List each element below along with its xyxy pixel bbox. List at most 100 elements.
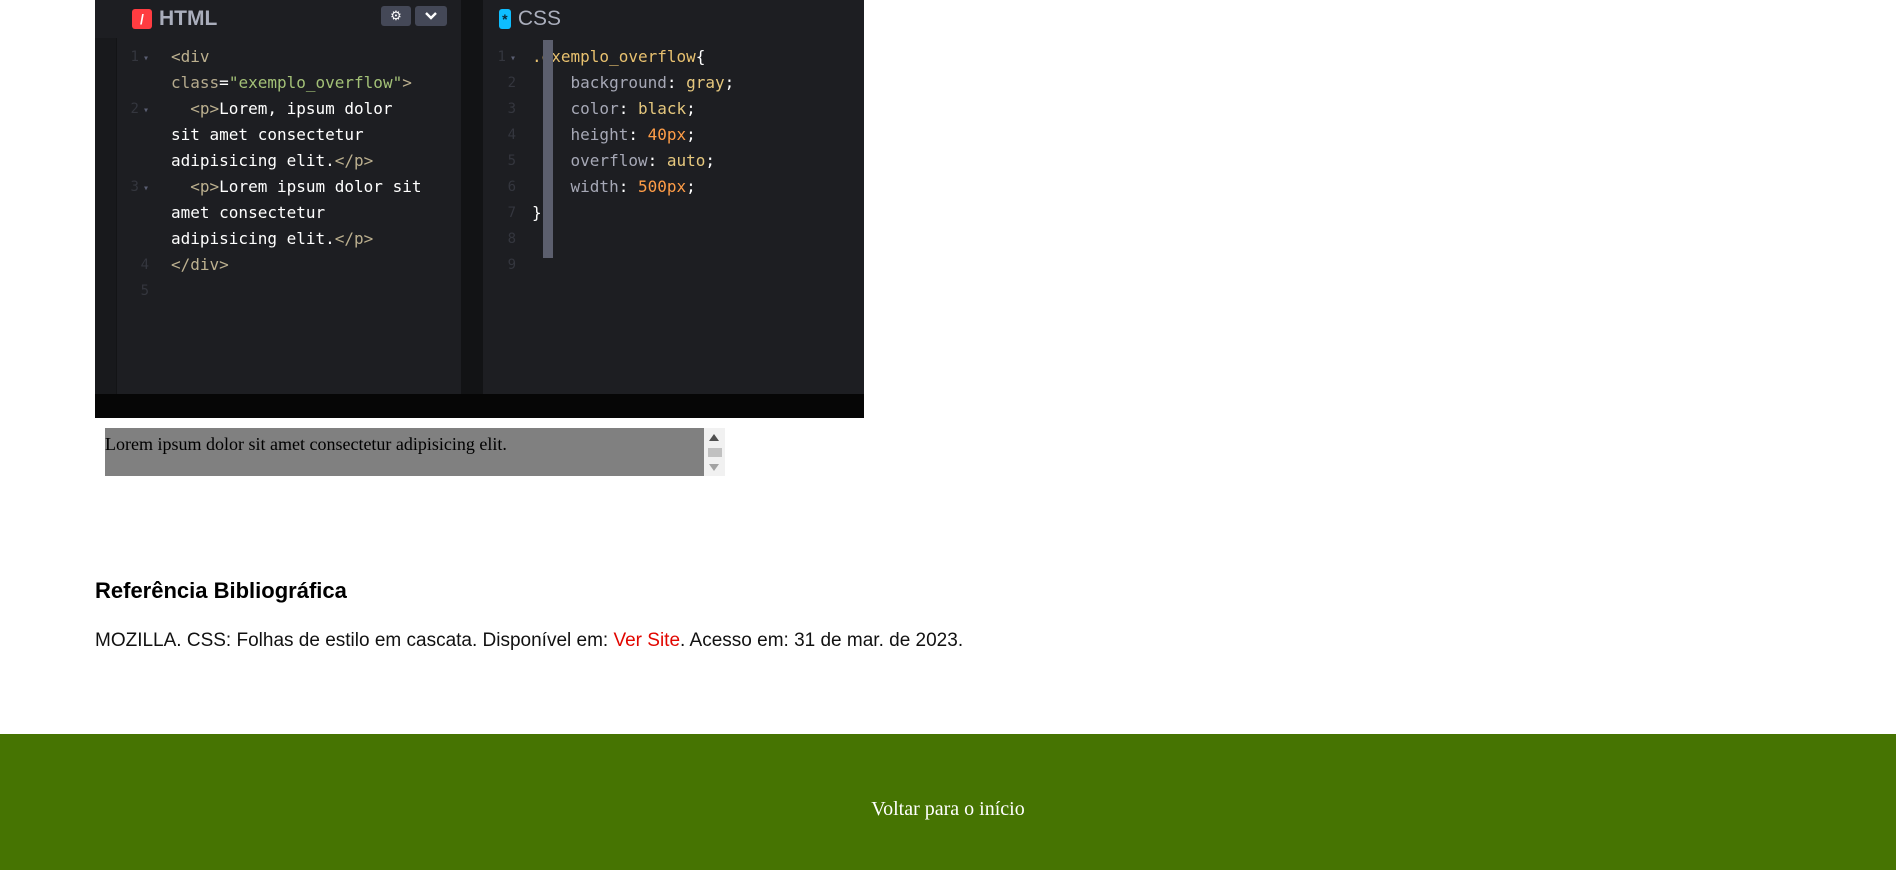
line-number: 4 [140, 257, 149, 273]
line-number: 3 ▾ [130, 179, 149, 195]
code-line[interactable]: width: 500px; [532, 174, 696, 200]
back-to-top-link[interactable]: Voltar para o início [0, 798, 1896, 821]
code-token: gray [686, 73, 725, 92]
code-token: <div [171, 47, 210, 66]
code-token: adipisicing elit. [171, 229, 335, 248]
code-editor-embed: / HTML ⚙ * CSS 1 ▾ <div class="exemplo_over… [95, 0, 864, 418]
line-number: 2 ▾ [130, 101, 149, 117]
scroll-up-arrow-icon[interactable] [709, 434, 719, 441]
code-token: { [695, 47, 706, 66]
html-pane-scrollbar[interactable] [543, 40, 553, 258]
line-number: 7 [507, 205, 516, 221]
code-token: : [666, 73, 687, 92]
overflow-demo-text: Lorem ipsum dolor sit amet consectetur a… [105, 434, 507, 454]
code-token: } [532, 203, 542, 222]
code-line[interactable]: color: black; [532, 96, 696, 122]
code-line[interactable]: amet consectetur [171, 200, 325, 226]
code-token: : [647, 151, 667, 170]
code-token: </p> [334, 229, 374, 248]
code-line[interactable]: class="exemplo_overflow"> [171, 70, 412, 96]
code-token: <p> [190, 177, 220, 196]
code-token: : [628, 125, 648, 144]
fold-arrow-icon[interactable]: ▾ [143, 53, 149, 64]
collapse-button[interactable] [415, 6, 447, 26]
css-badge-icon: * [499, 9, 511, 29]
code-token: ; [705, 151, 716, 170]
code-token: ; [686, 177, 696, 196]
tab-html[interactable]: / HTML [116, 0, 331, 38]
code-token: width [570, 177, 619, 196]
code-token: ; [686, 125, 696, 144]
code-token: : [618, 177, 638, 196]
code-line[interactable]: sit amet consectetur [171, 122, 364, 148]
code-token: height [570, 125, 629, 144]
scroll-thumb[interactable] [708, 448, 722, 457]
code-token: sit amet consectetur [171, 125, 364, 144]
line-number: 1 ▾ [497, 49, 516, 65]
html-tab-tools: ⚙ [381, 6, 447, 26]
code-token: ; [724, 73, 735, 92]
chevron-down-icon [425, 12, 437, 20]
code-line[interactable]: adipisicing elit.</p> [171, 226, 373, 252]
line-number: 6 [507, 179, 516, 195]
ver-site-link[interactable]: Ver Site [613, 630, 680, 651]
code-token: class [171, 73, 220, 92]
html-badge-icon: / [132, 9, 152, 29]
code-line[interactable]: </div> [171, 252, 229, 278]
footer: Voltar para o início [0, 734, 1896, 870]
code-line[interactable]: .exemplo_overflow{ [532, 44, 705, 70]
code-token: : [618, 99, 638, 118]
code-token: 500px [637, 177, 687, 196]
line-number: 4 [507, 127, 516, 143]
references-heading: Referência Bibliográfica [95, 578, 347, 603]
reference-entry: MOZILLA. CSS: Folhas de estilo em cascat… [95, 630, 963, 652]
reference-text-after: . Acesso em: 31 de mar. de 2023. [680, 630, 964, 651]
scroll-down-arrow-icon[interactable] [709, 464, 719, 471]
code-line[interactable]: background: gray; [532, 70, 735, 96]
tab-css-label: CSS [517, 7, 561, 30]
code-line[interactable]: <p>Lorem, ipsum dolor [171, 96, 393, 122]
code-token: </p> [334, 151, 374, 170]
code-line[interactable]: <div [171, 44, 210, 70]
code-line[interactable]: height: 40px; [532, 122, 696, 148]
code-token: auto [666, 151, 706, 170]
reference-text-before: MOZILLA. CSS: Folhas de estilo em cascat… [95, 630, 614, 651]
code-token: Lorem, ipsum dolor [219, 99, 393, 118]
code-token: black [637, 99, 687, 118]
overflow-demo-box[interactable]: Lorem ipsum dolor sit amet consectetur a… [105, 428, 705, 476]
fold-arrow-icon[interactable]: ▾ [143, 105, 149, 116]
code-token: Lorem ipsum dolor sit [219, 177, 422, 196]
html-pane-left-strip [95, 38, 117, 394]
code-line[interactable]: } [532, 200, 542, 226]
overflow-demo-scrollbar[interactable] [704, 428, 725, 476]
fold-arrow-icon[interactable]: ▾ [510, 53, 516, 64]
fold-arrow-icon[interactable]: ▾ [143, 183, 149, 194]
code-token: adipisicing elit. [171, 151, 335, 170]
code-token: amet consectetur [171, 203, 326, 222]
code-token: color [570, 99, 619, 118]
line-number: 3 [507, 101, 516, 117]
line-number: 9 [507, 257, 516, 273]
code-token: > [402, 73, 412, 92]
editor-bottom-bar [95, 394, 864, 418]
code-token: </div> [171, 255, 229, 274]
code-token: overflow [570, 151, 648, 170]
code-token: = [219, 73, 229, 92]
code-token: .exemplo_overflow [532, 47, 696, 66]
code-token: 40px [647, 125, 687, 144]
tab-css[interactable]: * CSS [483, 0, 577, 38]
code-token: ; [686, 99, 696, 118]
code-token: <p> [190, 99, 220, 118]
code-token: "exemplo_overflow" [228, 73, 403, 92]
settings-button[interactable]: ⚙ [381, 6, 411, 26]
code-line[interactable]: adipisicing elit.</p> [171, 148, 373, 174]
code-token: background [570, 73, 667, 92]
line-number: 5 [507, 153, 516, 169]
gear-icon: ⚙ [390, 8, 402, 23]
code-line[interactable]: overflow: auto; [532, 148, 716, 174]
line-number: 5 [140, 283, 149, 299]
code-line[interactable]: <p>Lorem ipsum dolor sit [171, 174, 421, 200]
line-number: 8 [507, 231, 516, 247]
